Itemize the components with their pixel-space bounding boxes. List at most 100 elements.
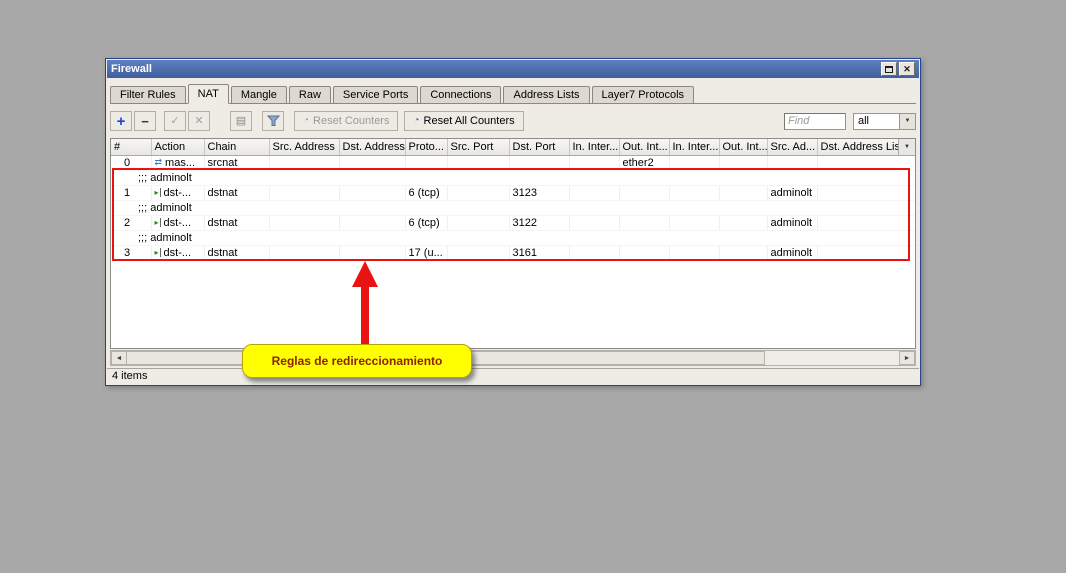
cell-out-interface-list (719, 245, 767, 260)
cell-src-address-list (767, 155, 817, 170)
rule-number: 3 (111, 245, 151, 260)
col-chain[interactable]: Chain (204, 139, 269, 155)
counter-icon: ◔ (303, 116, 309, 126)
cell-in-interface-list (669, 215, 719, 230)
column-select-button[interactable]: ▼ (898, 139, 915, 156)
reset-counters-button[interactable]: ◔ Reset Counters (294, 111, 398, 131)
remove-button[interactable]: − (134, 111, 156, 131)
maximize-button[interactable] (881, 62, 897, 76)
col-out-interface[interactable]: Out. Int... (619, 139, 669, 155)
cell-src-address (269, 215, 339, 230)
rule-number: 1 (111, 185, 151, 200)
table-row[interactable]: 0 ⇄mas... srcnat ether2 (111, 155, 915, 170)
filter-icon (267, 115, 280, 127)
table-row[interactable]: 3 ▸dst-... dstnat 17 (u... 3161 adminolt (111, 245, 915, 260)
col-protocol[interactable]: Proto... (405, 139, 447, 155)
tab-filter-rules[interactable]: Filter Rules (110, 86, 186, 103)
cell-out-interface (619, 185, 669, 200)
col-dst-port[interactable]: Dst. Port (509, 139, 569, 155)
col-src-port[interactable]: Src. Port (447, 139, 509, 155)
rule-chain: dstnat (204, 245, 269, 260)
tab-nat[interactable]: NAT (188, 84, 229, 104)
rule-chain: dstnat (204, 185, 269, 200)
cell-protocol (405, 155, 447, 170)
comment-row[interactable]: ;;; adminolt (111, 170, 915, 185)
find-input[interactable] (784, 113, 846, 130)
col-src-address-list[interactable]: Src. Ad... (767, 139, 817, 155)
col-dst-address[interactable]: Dst. Address (339, 139, 405, 155)
cell-src-address-list: adminolt (767, 245, 817, 260)
tab-raw[interactable]: Raw (289, 86, 331, 103)
cell-dst-address-list (817, 185, 915, 200)
rule-action: ▸dst-... (151, 215, 204, 230)
plus-icon: + (117, 114, 126, 129)
cell-src-port (447, 245, 509, 260)
rule-chain: dstnat (204, 215, 269, 230)
col-number[interactable]: # (111, 139, 151, 155)
col-out-interface-list[interactable]: Out. Int... (719, 139, 767, 155)
col-action[interactable]: Action (151, 139, 204, 155)
cell-in-interface-list (669, 155, 719, 170)
add-button[interactable]: + (110, 111, 132, 131)
cell-in-interface (569, 245, 619, 260)
dstnat-action-icon: ▸ (155, 188, 161, 197)
filter-dropdown[interactable]: all ▼ (853, 113, 916, 130)
dropdown-arrow-icon[interactable]: ▼ (899, 113, 916, 130)
table-row[interactable]: 2 ▸dst-... dstnat 6 (tcp) 3122 adminolt (111, 215, 915, 230)
cell-in-interface-list (669, 185, 719, 200)
cell-out-interface (619, 245, 669, 260)
tab-layer7-protocols[interactable]: Layer7 Protocols (592, 86, 695, 103)
cell-src-address-list: adminolt (767, 215, 817, 230)
filter-button[interactable] (262, 111, 284, 131)
scroll-left-button[interactable]: ◄ (111, 351, 127, 365)
cell-out-interface (619, 215, 669, 230)
disable-button[interactable]: ✕ (188, 111, 210, 131)
cell-src-address (269, 185, 339, 200)
rule-action: ⇄mas... (151, 155, 204, 170)
comment-row[interactable]: ;;; adminolt (111, 200, 915, 215)
reset-all-counters-button[interactable]: ◔ Reset All Counters (404, 111, 523, 131)
rule-action-label: dst-... (164, 247, 192, 259)
cell-dst-port: 3161 (509, 245, 569, 260)
reset-counters-label: Reset Counters (313, 115, 389, 127)
col-in-interface-list[interactable]: In. Inter... (669, 139, 719, 155)
scroll-right-button[interactable]: ► (899, 351, 915, 365)
comment-row[interactable]: ;;; adminolt (111, 230, 915, 245)
cell-src-port (447, 185, 509, 200)
title-bar[interactable]: Firewall ✕ (107, 60, 919, 78)
cell-src-address (269, 245, 339, 260)
horizontal-scrollbar[interactable]: ◄ ► (110, 350, 916, 366)
rule-action-label: mas... (165, 157, 195, 169)
rule-action: ▸dst-... (151, 185, 204, 200)
reset-all-counters-label: Reset All Counters (424, 115, 515, 127)
close-icon: ✕ (903, 65, 911, 74)
col-src-address[interactable]: Src. Address (269, 139, 339, 155)
tab-mangle[interactable]: Mangle (231, 86, 287, 103)
rule-action-label: dst-... (164, 217, 192, 229)
comment-button[interactable]: ▤ (230, 111, 252, 131)
tab-service-ports[interactable]: Service Ports (333, 86, 418, 103)
tab-address-lists[interactable]: Address Lists (503, 86, 589, 103)
cell-dst-address-list (817, 155, 915, 170)
cell-dst-address (339, 215, 405, 230)
comment-text: ;;; adminolt (111, 170, 915, 185)
cell-src-address (269, 155, 339, 170)
tab-connections[interactable]: Connections (420, 86, 501, 103)
close-button[interactable]: ✕ (899, 62, 915, 76)
cell-protocol: 6 (tcp) (405, 215, 447, 230)
status-bar: 4 items (107, 368, 919, 384)
comment-text: ;;; adminolt (111, 200, 915, 215)
items-count: 4 items (112, 370, 147, 382)
cell-protocol: 6 (tcp) (405, 185, 447, 200)
check-icon: ✓ (170, 116, 179, 127)
enable-button[interactable]: ✓ (164, 111, 186, 131)
callout-text: Reglas de redireccionamiento (272, 354, 443, 368)
table-row[interactable]: 1 ▸dst-... dstnat 6 (tcp) 3123 adminolt (111, 185, 915, 200)
cell-src-address-list: adminolt (767, 185, 817, 200)
comment-icon: ▤ (236, 116, 246, 127)
col-in-interface[interactable]: In. Inter... (569, 139, 619, 155)
cell-dst-address (339, 185, 405, 200)
cell-dst-port: 3122 (509, 215, 569, 230)
cell-out-interface-list (719, 185, 767, 200)
cell-protocol: 17 (u... (405, 245, 447, 260)
